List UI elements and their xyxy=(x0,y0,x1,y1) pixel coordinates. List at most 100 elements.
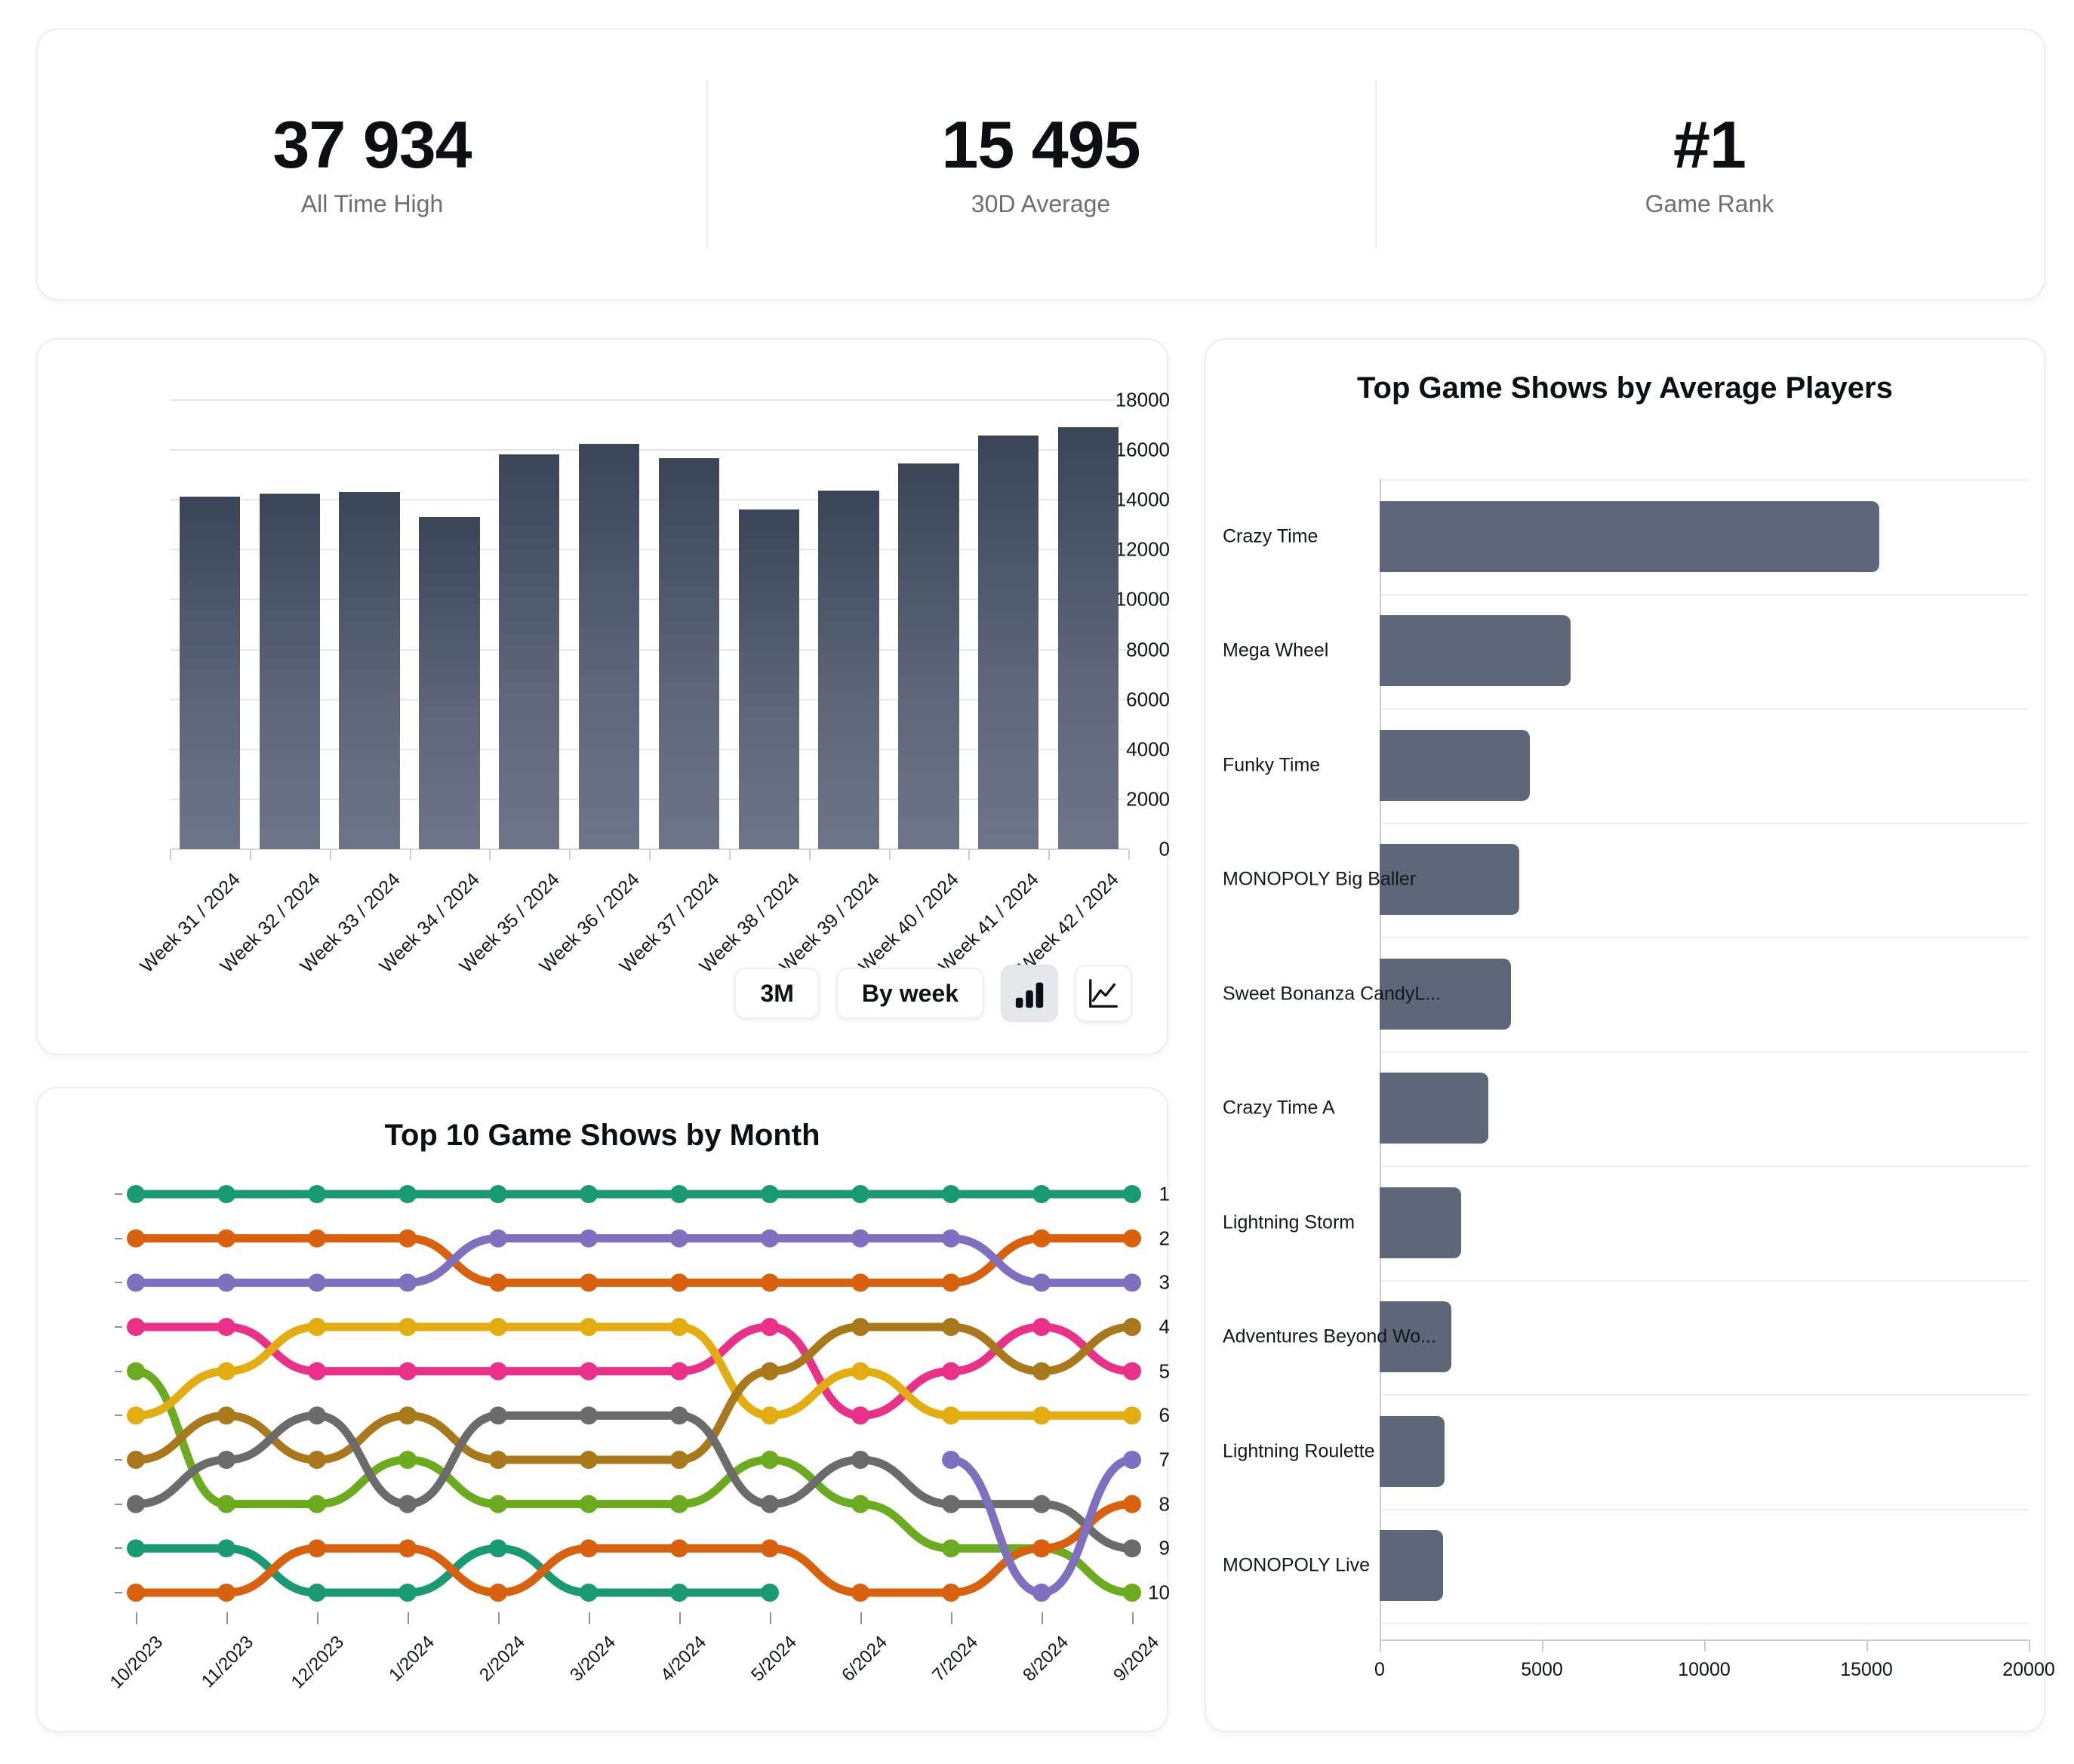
bump-point xyxy=(308,1362,326,1381)
bump-point xyxy=(217,1451,235,1469)
granularity-by-week-button[interactable]: By week xyxy=(835,968,984,1019)
gridline xyxy=(1380,708,2029,710)
bump-point xyxy=(398,1273,417,1292)
bump-point xyxy=(127,1584,145,1602)
bump-point xyxy=(851,1451,869,1469)
bump-point xyxy=(580,1362,598,1381)
bar xyxy=(1380,1530,1443,1602)
bar xyxy=(1380,1415,1445,1487)
line-chart-icon[interactable] xyxy=(1075,965,1132,1022)
bump-point xyxy=(580,1318,598,1336)
bump-point xyxy=(217,1318,235,1336)
bump-point xyxy=(308,1318,326,1336)
bump-point xyxy=(670,1318,688,1336)
gridline xyxy=(1380,1279,2029,1282)
bump-point xyxy=(1123,1318,1141,1336)
x-axis-tick-label: 20000 xyxy=(2002,1659,2055,1680)
bump-point xyxy=(1032,1318,1051,1336)
bump-point xyxy=(127,1406,145,1425)
bump-point xyxy=(942,1273,960,1292)
bar xyxy=(658,457,720,849)
bump-x-tick xyxy=(770,1612,771,1624)
bar xyxy=(1380,1187,1461,1258)
x-axis-tick xyxy=(1542,1639,1543,1652)
bump-point xyxy=(670,1362,688,1381)
bump-point xyxy=(217,1362,235,1381)
bump-point xyxy=(489,1273,507,1292)
bump-point xyxy=(1123,1584,1141,1602)
x-axis-tick xyxy=(649,849,651,860)
gridline xyxy=(1380,1623,2029,1624)
bump-x-tick xyxy=(226,1612,228,1624)
bar xyxy=(738,509,799,849)
gridline xyxy=(1380,822,2029,824)
bump-point xyxy=(217,1584,235,1602)
x-axis-tick xyxy=(968,849,971,860)
bump-point xyxy=(308,1229,326,1248)
gridline xyxy=(1380,593,2029,596)
bump-x-tick xyxy=(679,1612,681,1624)
bump-point xyxy=(398,1406,417,1425)
gridline xyxy=(1380,937,2029,938)
bump-point xyxy=(217,1406,235,1425)
x-axis-tick xyxy=(249,849,251,860)
bump-point xyxy=(761,1406,779,1425)
x-axis-tick-label: 5000 xyxy=(1521,1659,1563,1680)
bump-point xyxy=(127,1539,145,1558)
x-axis-tick xyxy=(569,849,571,860)
bump-point xyxy=(761,1539,779,1558)
range-3m-button[interactable]: 3M xyxy=(734,968,820,1019)
bar-category-label: Crazy Time xyxy=(1223,525,1319,547)
bump-point xyxy=(308,1185,326,1203)
bump-point xyxy=(1123,1539,1141,1558)
bump-point xyxy=(308,1273,326,1292)
bump-point xyxy=(308,1406,326,1425)
bump-point xyxy=(217,1273,235,1292)
bar xyxy=(978,436,1039,849)
bar xyxy=(1380,500,1879,572)
bump-line xyxy=(131,1322,1137,1464)
bump-point xyxy=(942,1406,960,1425)
gridline xyxy=(1380,1394,2029,1396)
bump-point xyxy=(127,1273,145,1292)
bump-x-tick xyxy=(1132,1612,1134,1624)
bar-category-label: Lightning Roulette xyxy=(1223,1440,1375,1462)
bump-point xyxy=(670,1273,688,1292)
bar xyxy=(818,491,879,849)
gridline xyxy=(1380,1508,2029,1510)
weekly-players-card: 0 2000 4000 6000 8000 10000 12000 14000 16000 180… xyxy=(36,338,1170,1055)
bump-point xyxy=(127,1451,145,1469)
bump-point xyxy=(398,1451,417,1469)
weekly-chart-controls: 3M By week xyxy=(734,965,1132,1022)
bar-chart-icon[interactable] xyxy=(1001,965,1058,1022)
kpi-30d-average: 15 495 30D Average xyxy=(706,110,1375,219)
bump-point xyxy=(580,1539,598,1558)
bump-point xyxy=(851,1495,869,1513)
bump-point xyxy=(580,1273,598,1292)
x-axis-tick xyxy=(1704,1639,1706,1652)
bump-point xyxy=(489,1318,507,1336)
bump-point xyxy=(489,1406,507,1425)
bump-point xyxy=(1032,1185,1051,1203)
bump-point xyxy=(580,1185,598,1203)
x-axis-tick xyxy=(2029,1639,2030,1652)
kpi-value: 37 934 xyxy=(272,106,472,182)
bump-point xyxy=(1032,1229,1051,1248)
bump-x-tick xyxy=(1042,1612,1043,1624)
bar-category-label: MONOPOLY Big Baller xyxy=(1223,868,1417,890)
x-axis-tick xyxy=(409,849,411,860)
bump-point xyxy=(398,1495,417,1513)
x-axis-tick xyxy=(170,849,171,860)
bump-point xyxy=(580,1584,598,1602)
bar xyxy=(1057,427,1119,849)
bump-point xyxy=(398,1185,417,1203)
bump-point xyxy=(1032,1495,1051,1513)
bump-point xyxy=(942,1318,960,1336)
x-axis-tick-label: 10000 xyxy=(1678,1659,1731,1680)
bump-point xyxy=(761,1229,779,1248)
bump-point xyxy=(308,1451,326,1469)
bar xyxy=(1380,729,1530,801)
bump-point xyxy=(489,1185,507,1203)
bar-category-label: Lightning Storm xyxy=(1223,1211,1355,1233)
bar-category-label: Adventures Beyond Wo... xyxy=(1223,1325,1437,1347)
